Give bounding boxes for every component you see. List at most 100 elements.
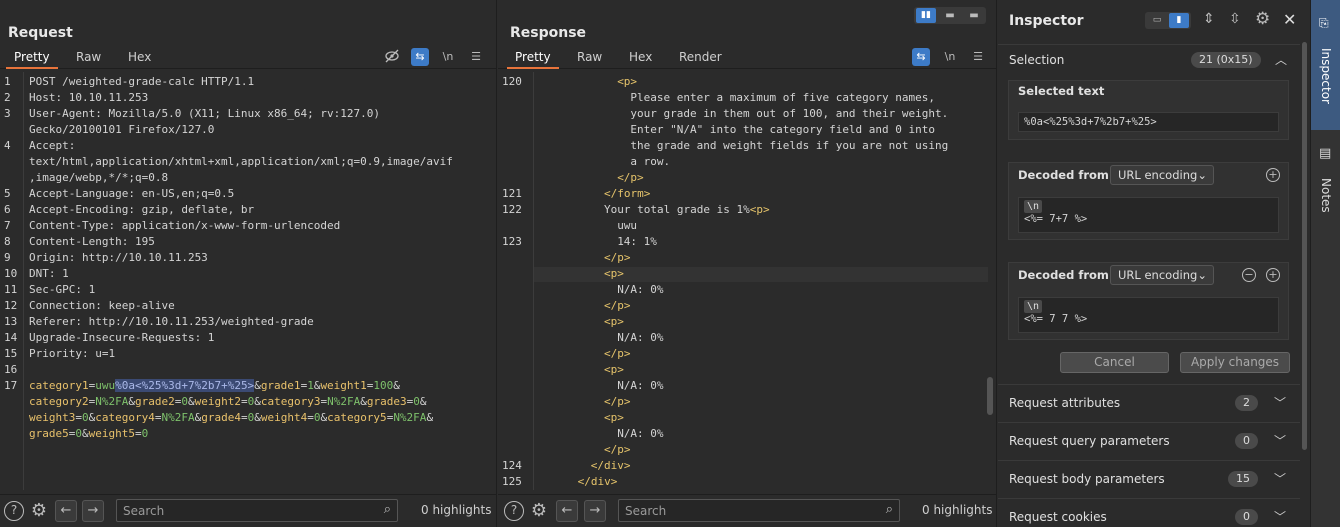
- tab-hex[interactable]: Hex: [629, 50, 652, 64]
- response-search-input[interactable]: Search ⌕: [618, 499, 900, 522]
- tabs-layout-icon[interactable]: ▬: [964, 8, 984, 23]
- request-cookies-row[interactable]: Request cookies 0 ﹀: [998, 498, 1300, 527]
- split-vertical-icon[interactable]: ▮▮: [916, 8, 936, 23]
- back-arrow-icon[interactable]: ←: [556, 500, 578, 522]
- inspector-panel: Inspector ▭ ▮ ⇕ ⇳ ⚙ ✕ Selection 21 (0x15…: [998, 0, 1310, 527]
- highlights-count: 0 highlights: [421, 503, 492, 517]
- code-line: POST /weighted-grade-calc HTTP/1.1: [29, 75, 254, 88]
- line-number: 8: [4, 235, 11, 248]
- selected-text-field[interactable]: %0a<%25%3d+7%2b7+%25>: [1018, 112, 1279, 132]
- code-token: 14: 1%: [617, 235, 657, 248]
- menu-icon[interactable]: ☰: [467, 48, 485, 66]
- selection-header[interactable]: Selection 21 (0x15) ︿: [998, 44, 1300, 74]
- line-gutter: 1 2 3 4 5 6 7 8 9 10 11 12 13 14 15 16 17: [0, 72, 24, 490]
- add-circle-icon[interactable]: +: [1266, 268, 1280, 282]
- code-token: N%2FA: [327, 395, 361, 408]
- code-token: 100: [373, 379, 394, 392]
- inspector-rail-tab[interactable]: ⎘ Inspector: [1311, 0, 1340, 130]
- code-line: category2=N%2FA&grade2=0&weight2=0&categ…: [29, 395, 426, 408]
- code-token: Priority: u=1: [29, 347, 116, 360]
- side-rail: ⎘ Inspector ▤ Notes: [1310, 0, 1340, 527]
- code-token: category1: [29, 379, 89, 392]
- forward-arrow-icon[interactable]: →: [82, 500, 104, 522]
- apply-changes-button[interactable]: Apply changes: [1180, 352, 1290, 373]
- code-line: text/html,application/xhtml+xml,applicat…: [29, 155, 453, 168]
- code-token: category4: [95, 411, 155, 424]
- chevron-down-icon[interactable]: ﹀: [1274, 432, 1286, 449]
- wrap-lines-icon[interactable]: ⇆: [912, 48, 930, 66]
- code-token: 0: [81, 411, 89, 424]
- request-attributes-row[interactable]: Request attributes 2 ﹀: [998, 384, 1300, 422]
- selection-badge: 21 (0x15): [1191, 52, 1261, 68]
- gear-icon[interactable]: ⚙: [529, 501, 549, 521]
- selected-text-section: Selected text %0a<%25%3d+7%2b7+%25>: [1008, 80, 1289, 140]
- code-token: &: [254, 411, 261, 424]
- menu-icon[interactable]: ☰: [969, 48, 987, 66]
- line-number: 10: [4, 267, 18, 280]
- search-icon: ⌕: [383, 502, 391, 517]
- layout-list-icon[interactable]: ▭: [1147, 13, 1167, 28]
- tab-pretty[interactable]: Pretty: [6, 50, 58, 69]
- chevron-down-icon: ⌄: [1197, 268, 1207, 282]
- encoding-dropdown[interactable]: URL encoding ⌄: [1110, 265, 1214, 285]
- add-circle-icon[interactable]: +: [1266, 168, 1280, 182]
- decoded-value-field[interactable]: \n <%= 7+7 %>: [1018, 197, 1279, 233]
- cancel-button[interactable]: Cancel: [1060, 352, 1169, 373]
- code-line: <p>: [617, 75, 637, 88]
- tab-raw[interactable]: Raw: [577, 50, 602, 64]
- code-token: Please enter a maximum of five category …: [630, 91, 936, 104]
- request-query-parameters-row[interactable]: Request query parameters 0 ﹀: [998, 422, 1300, 460]
- code-token: N%2FA: [393, 411, 427, 424]
- code-token: Gecko/20100101 Firefox/127.0: [29, 123, 215, 136]
- encoding-dropdown[interactable]: URL encoding ⌄: [1110, 165, 1214, 185]
- scrollbar-thumb[interactable]: [987, 377, 993, 415]
- code-token: uwu: [617, 219, 638, 232]
- collapse-all-icon[interactable]: ⇳: [1229, 11, 1241, 27]
- newline-toggle-icon[interactable]: \n: [439, 48, 457, 66]
- code-token: grade5: [29, 427, 69, 440]
- decoded-value-field[interactable]: \n <%= 7 7 %>: [1018, 297, 1279, 333]
- code-token: Enter "N/A" into the category field and …: [630, 123, 936, 136]
- row-label: Request cookies: [1009, 510, 1107, 524]
- inspector-scrollbar[interactable]: [1302, 42, 1307, 450]
- code-token: Sec-GPC: 1: [29, 283, 96, 296]
- code-line: </p>: [604, 347, 631, 360]
- split-horizontal-icon[interactable]: ▬: [940, 8, 960, 23]
- newline-toggle-icon[interactable]: \n: [941, 48, 959, 66]
- forward-arrow-icon[interactable]: →: [584, 500, 606, 522]
- code-line: N/A: 0%: [617, 379, 663, 392]
- encoding-value: URL encoding: [1118, 168, 1198, 182]
- remove-circle-icon[interactable]: −: [1242, 268, 1256, 282]
- chevron-down-icon[interactable]: ﹀: [1274, 470, 1286, 487]
- code-token: 1: [307, 379, 314, 392]
- back-arrow-icon[interactable]: ←: [55, 500, 77, 522]
- request-panel: Request Pretty Raw Hex ⇆ \n ☰ 1234567891…: [0, 0, 497, 527]
- request-editor[interactable]: 1 2 3 4 5 6 7 8 9 10 11 12 13 14 15 16 17 POST /weighted…: [0, 72, 496, 490]
- request-body-parameters-row[interactable]: Request body parameters 15 ﹀: [998, 460, 1300, 498]
- help-icon[interactable]: ?: [4, 501, 24, 521]
- request-tabs: Pretty Raw Hex ⇆ \n ☰: [0, 47, 496, 69]
- line-number: 7: [4, 219, 11, 232]
- expand-all-icon[interactable]: ⇕: [1203, 11, 1215, 27]
- hide-nonprintable-icon[interactable]: [383, 48, 401, 66]
- tab-render[interactable]: Render: [679, 50, 722, 64]
- help-icon[interactable]: ?: [504, 501, 524, 521]
- code-token: text/html,application/xhtml+xml,applicat…: [29, 155, 453, 168]
- row-label: Request body parameters: [1009, 472, 1165, 486]
- code-line: uwu: [617, 219, 637, 232]
- response-editor[interactable]: 120 121 122 123 124 125 <p> Please enter a max…: [498, 72, 996, 490]
- notes-rail-tab[interactable]: ▤ Notes: [1311, 140, 1340, 230]
- gear-icon[interactable]: ⚙: [29, 501, 49, 521]
- close-icon[interactable]: ✕: [1283, 10, 1296, 29]
- tab-pretty[interactable]: Pretty: [507, 50, 559, 69]
- request-search-input[interactable]: Search ⌕: [116, 499, 398, 522]
- wrap-lines-icon[interactable]: ⇆: [411, 48, 429, 66]
- chevron-down-icon[interactable]: ﹀: [1274, 508, 1286, 525]
- chevron-down-icon[interactable]: ﹀: [1274, 394, 1286, 411]
- tab-raw[interactable]: Raw: [76, 50, 101, 64]
- chevron-up-icon[interactable]: ︿: [1275, 51, 1287, 68]
- tab-hex[interactable]: Hex: [128, 50, 151, 64]
- code-token: </div>: [590, 459, 631, 472]
- layout-panel-icon[interactable]: ▮: [1169, 13, 1189, 28]
- gear-icon[interactable]: ⚙: [1255, 9, 1270, 29]
